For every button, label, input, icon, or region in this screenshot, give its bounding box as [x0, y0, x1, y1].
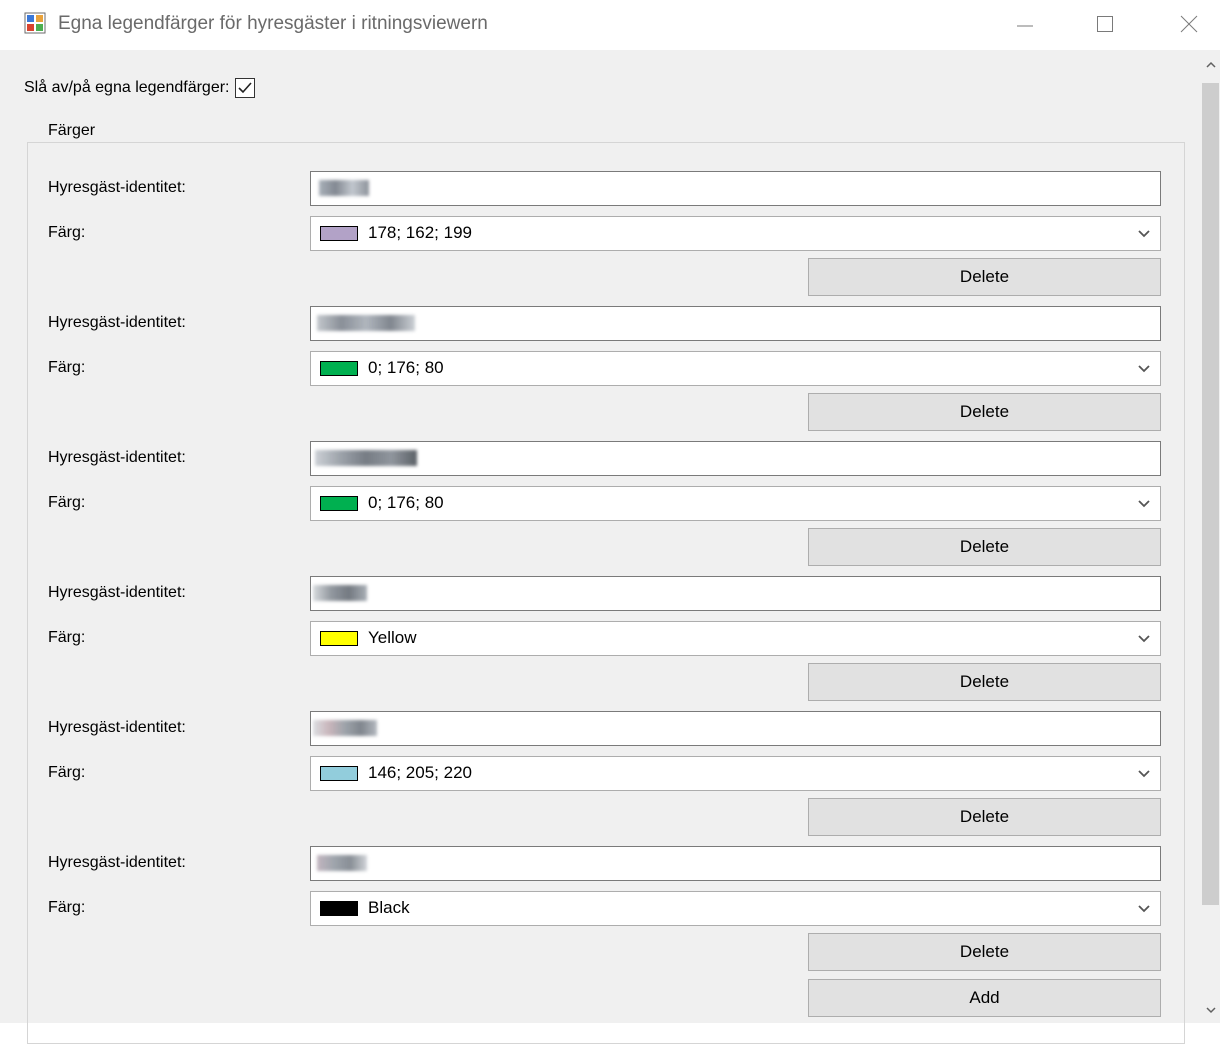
toggle-checkbox[interactable]	[235, 78, 256, 98]
vertical-scrollbar[interactable]	[1201, 50, 1220, 1023]
chevron-down-icon	[1138, 364, 1150, 372]
dropdown-button[interactable]	[1128, 622, 1160, 655]
chevron-down-icon	[1138, 499, 1150, 507]
color-value: Yellow	[368, 628, 417, 647]
delete-button[interactable]: Delete	[808, 933, 1161, 971]
tenant-id-input[interactable]	[310, 711, 1161, 746]
window-title: Egna legendfärger för hyresgäster i ritn…	[58, 13, 488, 34]
color-swatch	[320, 631, 358, 646]
tenant-id-label: Hyresgäst-identitet:	[48, 854, 186, 871]
color-swatch	[320, 901, 358, 916]
color-dropdown[interactable]: Black	[310, 891, 1161, 926]
delete-button[interactable]: Delete	[808, 528, 1161, 566]
color-swatch	[320, 496, 358, 511]
chevron-down-icon	[1138, 904, 1150, 912]
redacted-text	[313, 720, 377, 736]
toggle-label: Slå av/på egna legendfärger:	[24, 79, 230, 96]
color-label: Färg:	[48, 494, 86, 511]
tenant-id-label: Hyresgäst-identitet:	[48, 449, 186, 466]
tenant-id-input[interactable]	[310, 171, 1161, 206]
color-dropdown[interactable]: 146; 205; 220	[310, 756, 1161, 791]
chevron-down-icon	[1138, 634, 1150, 642]
redacted-text	[317, 315, 415, 331]
checkmark-icon	[238, 82, 253, 94]
scroll-up-arrow-icon	[1205, 61, 1216, 68]
tenant-id-label: Hyresgäst-identitet:	[48, 179, 186, 196]
app-icon	[24, 12, 46, 34]
delete-button[interactable]: Delete	[808, 663, 1161, 701]
color-dropdown[interactable]: 0; 176; 80	[310, 351, 1161, 386]
scroll-thumb[interactable]	[1202, 83, 1219, 905]
minimize-button[interactable]	[996, 0, 1054, 48]
color-label: Färg:	[48, 899, 86, 916]
color-dropdown[interactable]: Yellow	[310, 621, 1161, 656]
color-label: Färg:	[48, 224, 86, 241]
color-dropdown[interactable]: 178; 162; 199	[310, 216, 1161, 251]
color-value: 178; 162; 199	[368, 223, 472, 242]
color-label: Färg:	[48, 764, 86, 781]
color-swatch	[320, 226, 358, 241]
maximize-button[interactable]	[1076, 0, 1134, 48]
close-button[interactable]	[1160, 0, 1218, 48]
chevron-down-icon	[1138, 229, 1150, 237]
redacted-text	[319, 180, 369, 196]
redacted-text	[317, 855, 367, 871]
redacted-text	[313, 585, 367, 601]
toggle-row: Slå av/på egna legendfärger:	[24, 78, 256, 98]
minimize-icon	[1017, 25, 1033, 27]
dropdown-button[interactable]	[1128, 892, 1160, 925]
color-label: Färg:	[48, 359, 86, 376]
color-swatch	[320, 766, 358, 781]
close-icon	[1180, 15, 1198, 33]
scroll-down-arrow-icon	[1205, 1007, 1216, 1014]
tenant-id-input[interactable]	[310, 441, 1161, 476]
chevron-down-icon	[1138, 769, 1150, 777]
delete-button[interactable]: Delete	[808, 798, 1161, 836]
color-value: 0; 176; 80	[368, 358, 444, 377]
tenant-id-input[interactable]	[310, 846, 1161, 881]
maximize-icon	[1097, 16, 1113, 32]
dropdown-button[interactable]	[1128, 217, 1160, 250]
scroll-up-button[interactable]	[1201, 50, 1220, 80]
add-button[interactable]: Add	[808, 979, 1161, 1017]
tenant-id-input[interactable]	[310, 576, 1161, 611]
color-value: 0; 176; 80	[368, 493, 444, 512]
color-value: 146; 205; 220	[368, 763, 472, 782]
tenant-id-label: Hyresgäst-identitet:	[48, 584, 186, 601]
dialog-body: Slå av/på egna legendfärger: Färger Hyre…	[0, 50, 1220, 1044]
color-label: Färg:	[48, 629, 86, 646]
dropdown-button[interactable]	[1128, 757, 1160, 790]
delete-button[interactable]: Delete	[808, 393, 1161, 431]
color-swatch	[320, 361, 358, 376]
tenant-id-label: Hyresgäst-identitet:	[48, 719, 186, 736]
tenant-id-label: Hyresgäst-identitet:	[48, 314, 186, 331]
color-dropdown[interactable]: 0; 176; 80	[310, 486, 1161, 521]
color-value: Black	[368, 898, 410, 917]
redacted-text	[315, 450, 417, 466]
title-bar: Egna legendfärger för hyresgäster i ritn…	[0, 0, 1220, 50]
dropdown-button[interactable]	[1128, 352, 1160, 385]
dropdown-button[interactable]	[1128, 487, 1160, 520]
scroll-down-button[interactable]	[1201, 997, 1220, 1023]
colors-group-label: Färger	[42, 122, 102, 140]
delete-button[interactable]: Delete	[808, 258, 1161, 296]
tenant-id-input[interactable]	[310, 306, 1161, 341]
